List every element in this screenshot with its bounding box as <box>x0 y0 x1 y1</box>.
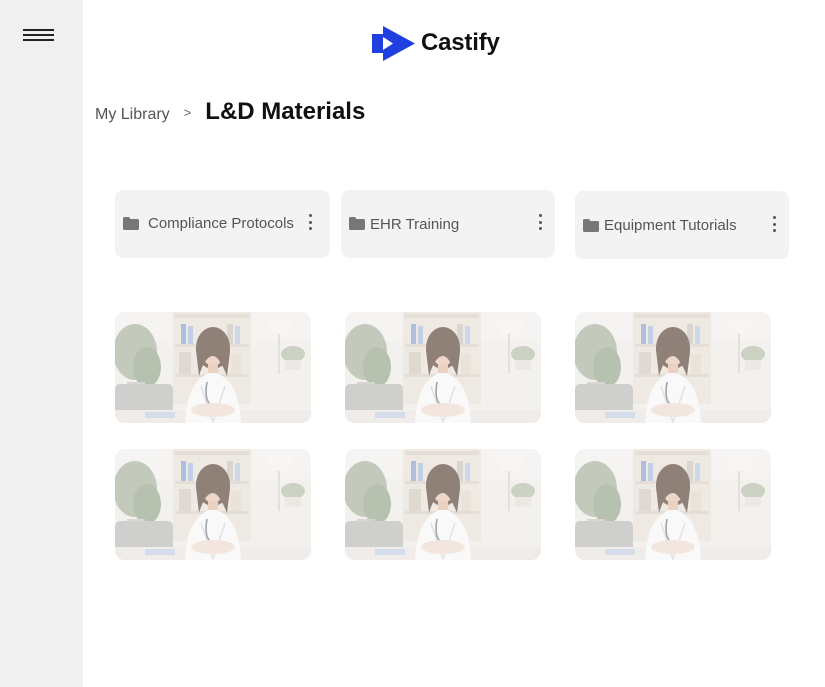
folder-card[interactable]: Equipment Tutorials <box>575 191 789 259</box>
doctor-portrait-thumbnail <box>345 312 541 423</box>
doctor-portrait-thumbnail <box>115 312 311 423</box>
castify-play-mark-icon <box>372 25 415 61</box>
video-thumbnail[interactable] <box>345 449 541 560</box>
doctor-portrait-thumbnail <box>115 449 311 560</box>
doctor-portrait-thumbnail <box>575 312 771 423</box>
folder-card[interactable]: EHR Training <box>341 190 555 258</box>
kebab-menu-icon[interactable] <box>771 216 777 236</box>
kebab-menu-icon[interactable] <box>537 214 543 234</box>
doctor-portrait-thumbnail <box>345 449 541 560</box>
folder-name: EHR Training <box>370 216 460 233</box>
breadcrumb-separator: > <box>183 105 192 120</box>
page-title: L&D Materials <box>205 98 366 125</box>
video-thumbnail[interactable] <box>575 312 771 423</box>
sidebar <box>0 0 83 687</box>
folder-name: Equipment Tutorials <box>604 217 737 234</box>
castify-logo[interactable]: Castify <box>371 24 500 62</box>
video-thumbnail[interactable] <box>575 449 771 560</box>
breadcrumb: My Library > L&D Materials <box>95 98 365 126</box>
folder-name: Compliance Protocols <box>148 215 294 232</box>
hamburger-menu-icon[interactable] <box>23 28 55 44</box>
folder-icon <box>583 219 599 232</box>
doctor-portrait-thumbnail <box>575 449 771 560</box>
breadcrumb-my-library[interactable]: My Library <box>95 106 170 124</box>
kebab-menu-icon[interactable] <box>307 214 313 234</box>
folder-card[interactable]: Compliance Protocols <box>115 190 330 258</box>
logo-text: Castify <box>421 29 500 56</box>
folder-icon <box>349 217 365 230</box>
video-thumbnail[interactable] <box>345 312 541 423</box>
folder-icon <box>123 217 139 230</box>
video-thumbnail[interactable] <box>115 312 311 423</box>
video-thumbnail[interactable] <box>115 449 311 560</box>
